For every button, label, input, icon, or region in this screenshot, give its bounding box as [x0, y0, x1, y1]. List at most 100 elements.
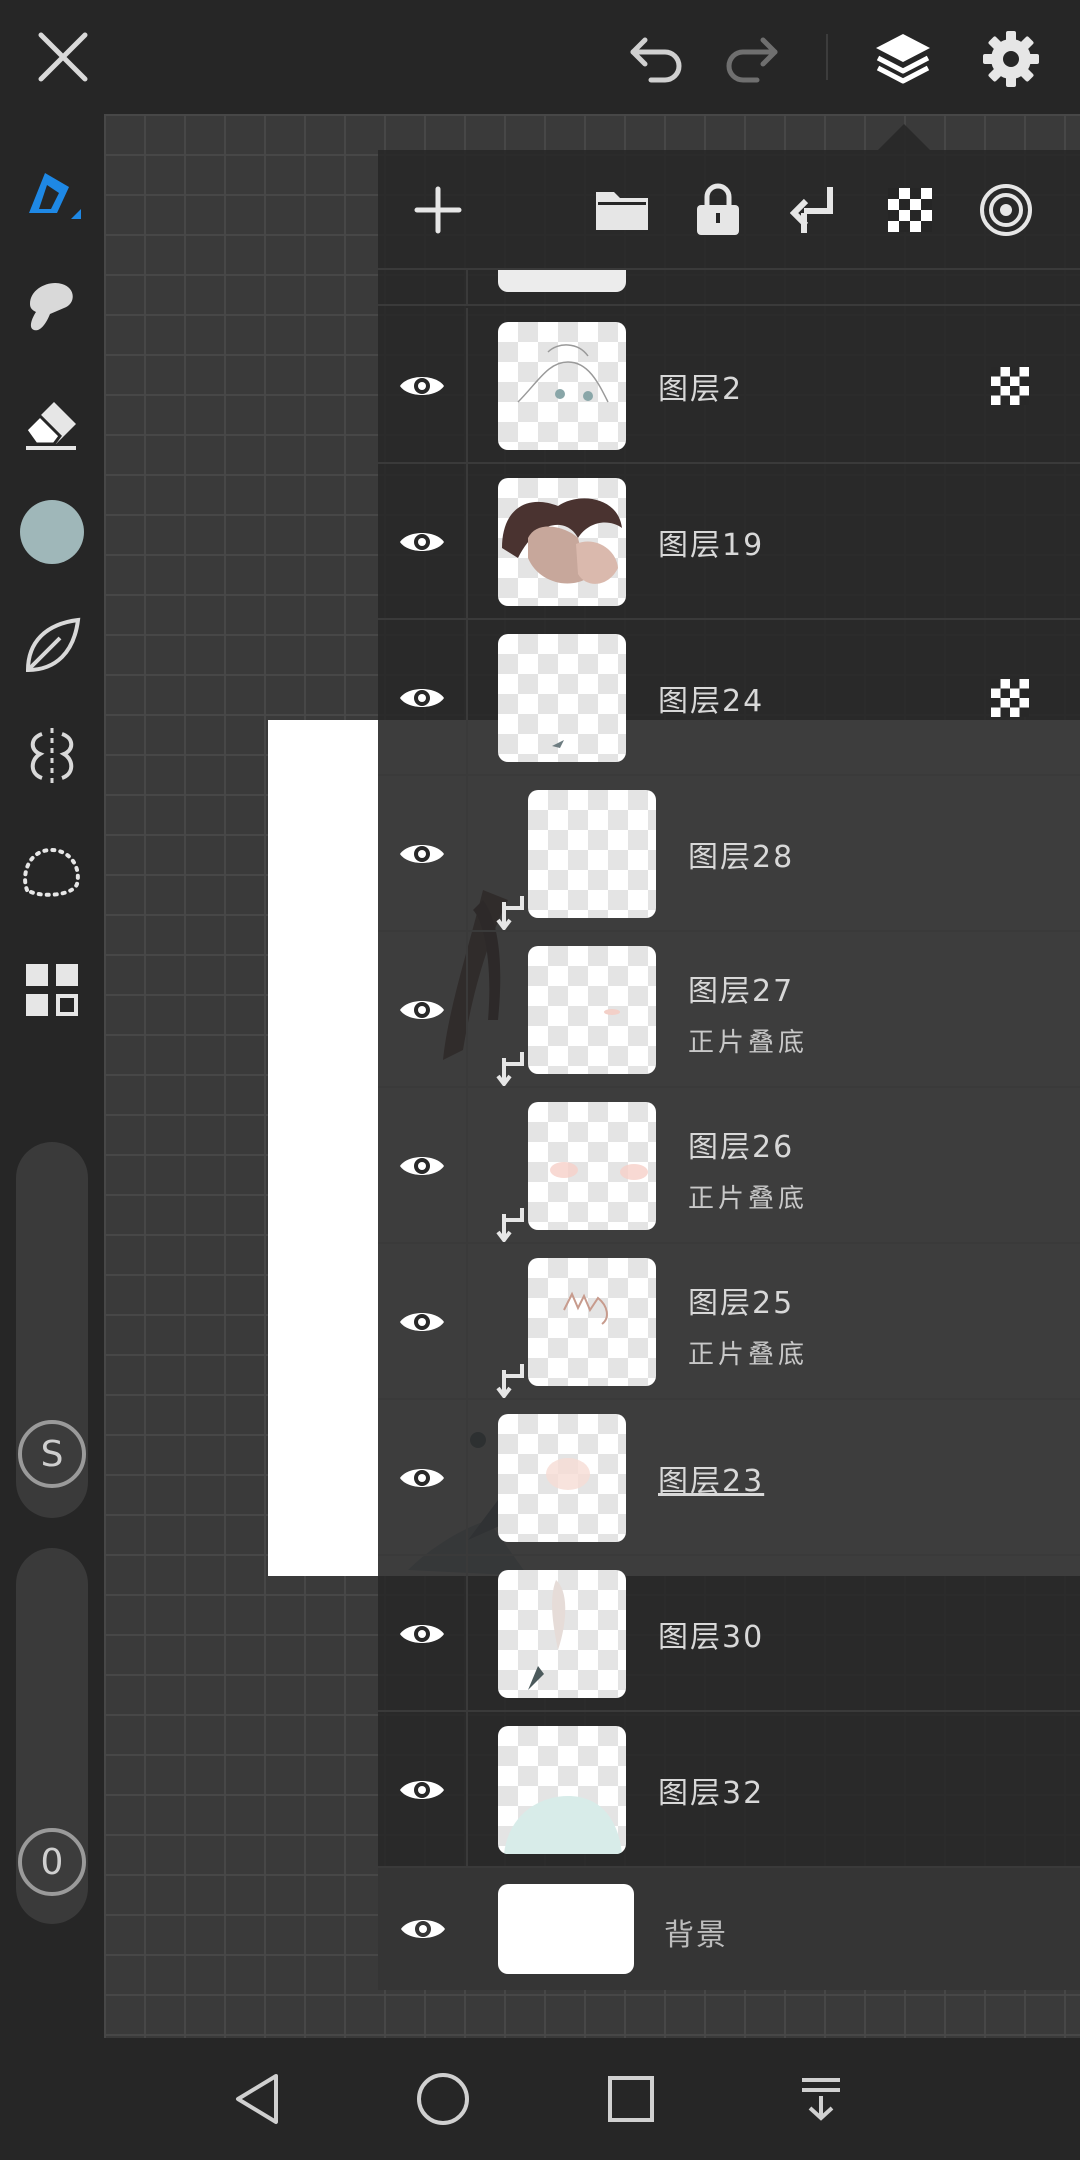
opacity-slider-knob[interactable]: 0 [18, 1828, 86, 1896]
redo-icon[interactable] [718, 24, 788, 94]
size-slider-label: S [40, 1433, 64, 1475]
alpha-lock-indicator-icon [991, 679, 1029, 717]
layer-name: 图层19 [658, 528, 765, 563]
eye-icon[interactable] [398, 838, 446, 870]
layer-name: 图层25 [688, 1286, 795, 1321]
back-icon[interactable] [222, 2064, 292, 2134]
left-toolbar: S 0 [0, 114, 104, 2038]
eye-column [378, 1556, 468, 1712]
fill-icon[interactable] [10, 604, 94, 688]
layer-row[interactable]: 图层27 正片叠底 [378, 932, 1080, 1088]
background-thumbnail [498, 1884, 634, 1974]
clipping-arrow-icon [496, 896, 524, 930]
clipping-arrow-icon [496, 1052, 524, 1086]
layer-thumbnail [528, 1102, 656, 1230]
alpha-lock-indicator-icon [991, 367, 1029, 405]
layer-thumbnail [498, 1726, 626, 1854]
eye-icon[interactable] [398, 1462, 446, 1494]
gallery-icon[interactable] [10, 948, 94, 1032]
eye-column [378, 1712, 468, 1868]
clipping-arrow-icon [496, 1364, 524, 1398]
layer-row-selected[interactable]: 图层23 [378, 1400, 1080, 1556]
layer-blend-mode: 正片叠底 [688, 1340, 809, 1370]
layer-row[interactable]: 图层19 [378, 464, 1080, 620]
eye-icon[interactable] [398, 682, 446, 714]
eye-icon[interactable] [398, 370, 446, 402]
recents-icon[interactable] [596, 2064, 666, 2134]
opacity-slider-label: 0 [40, 1841, 64, 1883]
eye-column [378, 308, 468, 464]
layer-name: 图层23 [658, 1464, 765, 1499]
eye-column [378, 1088, 468, 1244]
eye-icon[interactable] [399, 1913, 447, 1945]
add-layer-icon[interactable] [406, 178, 470, 242]
layer-thumbnail [498, 322, 626, 450]
symmetry-icon[interactable] [10, 714, 94, 798]
eraser-icon[interactable] [10, 380, 94, 464]
eye-column [378, 1868, 468, 1990]
system-nav-bar [0, 2038, 1080, 2160]
layer-name: 图层30 [658, 1620, 765, 1655]
eye-icon[interactable] [398, 994, 446, 1026]
layer-row[interactable]: 图层24 [378, 620, 1080, 776]
layer-row[interactable]: 图层25 正片叠底 [378, 1244, 1080, 1400]
eye-icon[interactable] [398, 526, 446, 558]
folder-icon[interactable] [590, 178, 654, 242]
eye-icon[interactable] [398, 1306, 446, 1338]
eye-icon[interactable] [398, 1774, 446, 1806]
eye-icon[interactable] [398, 1618, 446, 1650]
layer-name: 图层24 [658, 684, 765, 719]
eye-column [378, 776, 468, 932]
alpha-lock-icon[interactable] [878, 178, 942, 242]
layers-panel: 图层2 图层19 图层24 图层28 图层27 正片叠底 图层26 正片叠底 图… [378, 150, 1080, 1990]
clipping-arrow-icon [496, 1208, 524, 1242]
layer-name: 图层27 [688, 974, 795, 1009]
eye-column [378, 464, 468, 620]
blend-icon[interactable] [974, 178, 1038, 242]
layer-row[interactable]: 图层26 正片叠底 [378, 1088, 1080, 1244]
layer-name: 图层26 [688, 1130, 795, 1165]
layer-thumbnail [498, 478, 626, 606]
layer-blend-mode: 正片叠底 [688, 1028, 809, 1058]
layer-row-partial-eye-col [378, 270, 468, 306]
brush-icon[interactable] [10, 154, 94, 238]
clip-icon[interactable] [782, 178, 846, 242]
layer-row-partial[interactable] [378, 270, 1080, 306]
settings-icon[interactable] [976, 24, 1046, 94]
smudge-icon[interactable] [10, 264, 94, 348]
eye-icon[interactable] [398, 1150, 446, 1182]
eye-column [378, 1400, 468, 1556]
layer-row[interactable]: 图层32 [378, 1712, 1080, 1868]
close-icon[interactable] [30, 24, 96, 90]
layer-thumbnail [528, 790, 656, 918]
hide-nav-icon[interactable] [786, 2064, 856, 2134]
layer-thumbnail [528, 946, 656, 1074]
layer-row[interactable]: 图层2 [378, 308, 1080, 464]
layer-thumbnail [498, 1570, 626, 1698]
layer-name: 图层32 [658, 1776, 765, 1811]
lasso-icon[interactable] [10, 830, 94, 914]
background-layer-row[interactable]: 背景 [378, 1868, 1080, 1990]
layer-name: 图层2 [658, 372, 744, 407]
layer-row[interactable]: 图层30 [378, 1556, 1080, 1712]
layers-icon[interactable] [866, 24, 940, 94]
layer-thumbnail [498, 634, 626, 762]
background-layer-name: 背景 [664, 1918, 728, 1953]
layer-name: 图层28 [688, 840, 795, 875]
color-swatch[interactable] [10, 490, 94, 574]
app-root: S 0 图层2 图层19 图层24 图层28 图层27 正片叠底 图层26 正片… [0, 0, 1080, 2160]
undo-icon[interactable] [620, 24, 690, 94]
panel-pointer [878, 124, 930, 150]
top-bar [0, 0, 1080, 114]
layer-thumbnail-partial [498, 270, 626, 292]
layer-row[interactable]: 图层28 [378, 776, 1080, 932]
layer-blend-mode: 正片叠底 [688, 1184, 809, 1214]
current-color [20, 500, 84, 564]
eye-column [378, 620, 468, 776]
eye-column [378, 932, 468, 1088]
layer-thumbnail [528, 1258, 656, 1386]
lock-icon[interactable] [686, 178, 750, 242]
size-slider-knob[interactable]: S [18, 1420, 86, 1488]
home-icon[interactable] [408, 2064, 478, 2134]
layers-toolbar [378, 150, 1080, 270]
